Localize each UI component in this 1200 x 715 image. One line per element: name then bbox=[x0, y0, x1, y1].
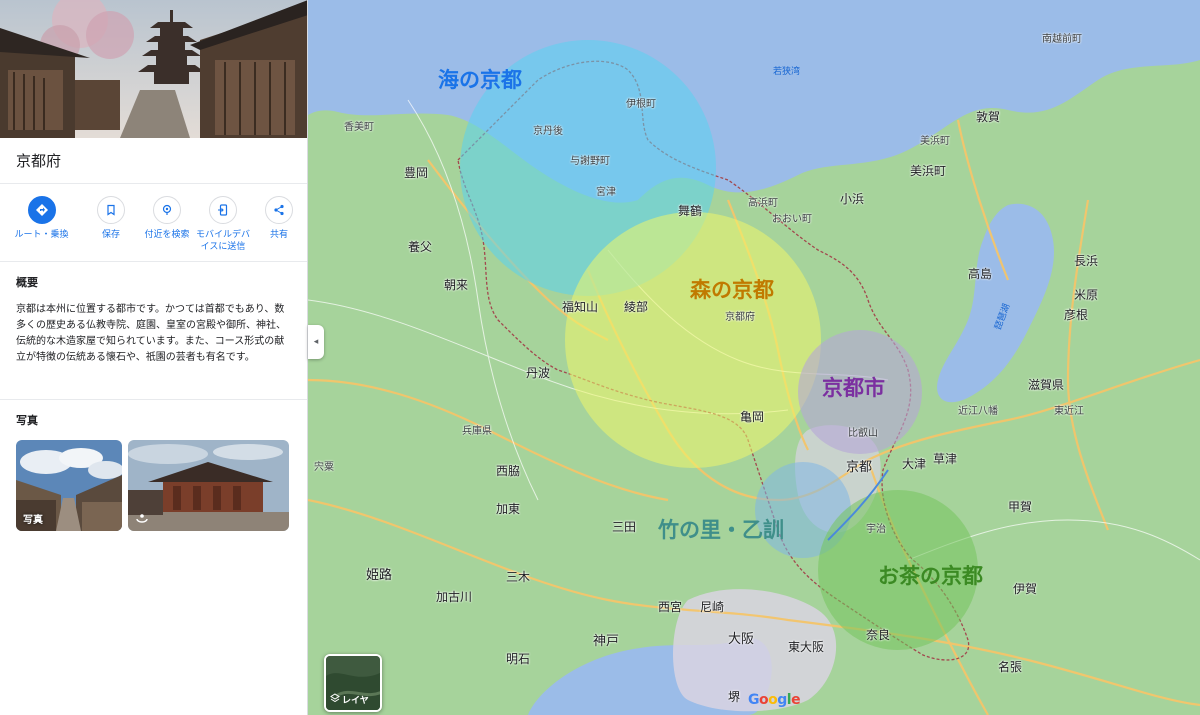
label-otsu: 大津 bbox=[902, 457, 927, 471]
label-asago: 朝来 bbox=[444, 278, 469, 292]
region-label-kyotoshi: 京都市 bbox=[822, 376, 885, 400]
label-miyazu: 宮津 bbox=[596, 187, 616, 198]
photos-section: 写真 写真 bbox=[0, 400, 307, 543]
place-panel: 京都府 ルート・乗換 保存 付近を検索 モバイルデバ イスに送信 共有 概要 京… bbox=[0, 0, 308, 715]
label-kameoka: 亀岡 bbox=[740, 410, 765, 424]
street-view-thumbnail[interactable] bbox=[128, 440, 289, 531]
label-ayabe: 綾部 bbox=[624, 300, 649, 314]
region-label-otokuni: 竹の里・乙訓 bbox=[658, 518, 784, 542]
region-label-mori: 森の京都 bbox=[690, 278, 774, 302]
label-tsuruga2: 美浜町 bbox=[910, 164, 947, 178]
label-kusatsu: 草津 bbox=[933, 452, 958, 466]
label-kasumi: 香美町 bbox=[344, 122, 374, 133]
app-root: 京都府 ルート・乗換 保存 付近を検索 モバイルデバ イスに送信 共有 概要 京… bbox=[0, 0, 1200, 715]
label-takahama: 高浜町 bbox=[748, 198, 778, 209]
label-himeji: 姫路 bbox=[366, 568, 393, 583]
label-nishiwaki: 西脇 bbox=[496, 464, 521, 478]
region-label-ocha: お茶の京都 bbox=[878, 564, 983, 588]
overview-text: 京都は本州に位置する都市です。かつては首都でもあり、数多くの歴史ある仏教寺院、庭… bbox=[16, 304, 286, 363]
logo-letter: o bbox=[768, 692, 778, 708]
label-osaka: 大阪 bbox=[728, 632, 755, 647]
google-logo: Google bbox=[748, 692, 801, 708]
photo-thumbnail[interactable]: 写真 bbox=[16, 440, 122, 531]
label-hikone: 彦根 bbox=[1064, 308, 1089, 322]
label-sanda: 三田 bbox=[612, 520, 637, 534]
label-maizuru: 舞鶴 bbox=[678, 204, 703, 218]
label-uji: 宇治 bbox=[866, 524, 886, 535]
label-tsuruga: 敦賀 bbox=[976, 110, 1001, 124]
label-sakai: 堺 bbox=[728, 690, 741, 704]
label-koka: 甲賀 bbox=[1008, 500, 1033, 514]
place-title: 京都府 bbox=[0, 138, 307, 184]
label-higashiosaka: 東大阪 bbox=[788, 640, 825, 654]
label-nishinomiya: 西宮 bbox=[658, 600, 683, 614]
map-canvas[interactable]: 若狭湾 琵琶湖 京丹後 与謝野町 宮津 伊根町 舞鶴 香美町 豊岡 養父 朝来 … bbox=[308, 0, 1200, 715]
label-takashima: 高島 bbox=[968, 267, 993, 281]
label-amagasaki: 尼崎 bbox=[700, 600, 725, 614]
map-graphics bbox=[308, 0, 1200, 715]
street-view-icon bbox=[135, 513, 149, 526]
nearby-search-icon bbox=[153, 196, 181, 224]
action-bar: ルート・乗換 保存 付近を検索 モバイルデバ イスに送信 共有 bbox=[0, 184, 307, 262]
label-yabu: 養父 bbox=[408, 240, 433, 254]
logo-letter: e bbox=[791, 692, 801, 708]
label-iga: 伊賀 bbox=[1013, 582, 1038, 596]
label-shiso: 宍粟 bbox=[314, 462, 334, 473]
bookmark-icon bbox=[97, 196, 125, 224]
share-label: 共有 bbox=[269, 230, 288, 240]
layers-label: レイヤ bbox=[330, 693, 369, 706]
hero-photo[interactable] bbox=[0, 0, 307, 138]
label-nabari: 名張 bbox=[998, 660, 1023, 674]
photo-row: 写真 bbox=[16, 440, 291, 531]
logo-letter: G bbox=[748, 692, 760, 708]
label-ooi: おおい町 bbox=[772, 214, 812, 225]
logo-letter: o bbox=[759, 692, 769, 708]
region-mori-circle bbox=[565, 212, 821, 468]
layers-icon bbox=[330, 693, 340, 706]
label-obama: 小浜 bbox=[840, 192, 865, 206]
label-ine: 伊根町 bbox=[626, 99, 656, 110]
label-yosano: 与謝野町 bbox=[570, 156, 610, 167]
label-minamiechizen: 南越前町 bbox=[1042, 34, 1082, 45]
layers-button[interactable]: レイヤ bbox=[324, 654, 382, 712]
label-higashiomi: 東近江 bbox=[1054, 406, 1084, 417]
label-nara: 奈良 bbox=[866, 628, 891, 642]
logo-letter: g bbox=[777, 692, 787, 708]
label-kyotofu: 京都府 bbox=[725, 312, 755, 323]
label-tamba: 丹波 bbox=[526, 366, 551, 380]
label-kobe: 神戸 bbox=[593, 634, 620, 649]
collapse-panel-button[interactable]: ◂ bbox=[308, 325, 324, 359]
overview-title: 概要 bbox=[16, 276, 38, 289]
label-kakogawa: 加古川 bbox=[436, 590, 473, 604]
label-kyotango: 京丹後 bbox=[533, 126, 563, 137]
label-kato: 加東 bbox=[496, 502, 521, 516]
label-nagahama: 長浜 bbox=[1074, 254, 1099, 268]
label-omihachiman: 近江八幡 bbox=[958, 406, 998, 417]
overview-section: 概要 京都は本州に位置する都市です。かつては首都でもあり、数多くの歴史ある仏教寺… bbox=[0, 262, 307, 400]
phone-icon bbox=[209, 196, 237, 224]
layers-text: レイヤ bbox=[342, 696, 369, 706]
label-hieizan: 比叡山 bbox=[848, 428, 878, 439]
share-icon bbox=[265, 196, 293, 224]
bay-label: 若狭湾 bbox=[773, 67, 801, 77]
directions-label: ルート・乗換 bbox=[14, 230, 69, 240]
photo-label: 写真 bbox=[23, 515, 43, 526]
photos-title: 写真 bbox=[16, 414, 38, 427]
label-maibara: 米原 bbox=[1074, 288, 1099, 302]
label-toyooka: 豊岡 bbox=[404, 166, 429, 180]
label-shiga: 滋賀県 bbox=[1028, 378, 1065, 392]
label-akashi: 明石 bbox=[506, 652, 531, 666]
label-mihama: 美浜町 bbox=[920, 136, 950, 147]
label-hyogo: 兵庫県 bbox=[462, 426, 492, 437]
directions-icon bbox=[27, 196, 56, 224]
label-kyoto: 京都 bbox=[846, 460, 873, 475]
share-button[interactable]: 共有 bbox=[251, 196, 307, 261]
label-miki: 三木 bbox=[506, 570, 531, 584]
label-fukuchiyama: 福知山 bbox=[562, 300, 599, 314]
region-label-umi: 海の京都 bbox=[438, 68, 522, 92]
